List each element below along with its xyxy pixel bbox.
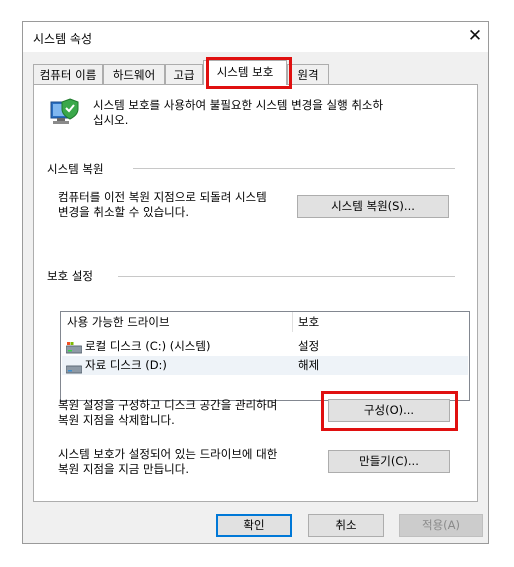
column-header-drives[interactable]: 사용 가능한 드라이브	[67, 312, 287, 332]
drive-name: 자료 디스크 (D:)	[85, 358, 167, 372]
intro-text: 시스템 보호를 사용하여 불필요한 시스템 변경을 실행 취소하 십시오.	[93, 98, 384, 127]
tab-computer-name[interactable]: 컴퓨터 이름	[33, 64, 103, 84]
drive-icon	[65, 361, 83, 380]
tab-panel	[33, 84, 478, 502]
create-description: 시스템 보호가 설정되어 있는 드라이브에 대한 복원 지점을 지금 만듭니다.	[58, 447, 278, 476]
drive-protection-status: 해제	[298, 358, 320, 372]
system-protection-icon	[48, 96, 80, 128]
window-title: 시스템 속성	[33, 32, 93, 46]
create-button[interactable]: 만들기(C)...	[328, 450, 450, 473]
system-restore-button[interactable]: 시스템 복원(S)...	[297, 195, 449, 218]
restore-heading: 시스템 복원	[47, 161, 110, 177]
tab-advanced[interactable]: 고급	[165, 64, 203, 84]
restore-description: 컴퓨터를 이전 복원 지점으로 되돌려 시스템 변경을 취소할 수 있습니다.	[58, 190, 267, 219]
table-row[interactable]: 로컬 디스크 (C:) (시스템) 설정	[62, 337, 468, 356]
close-icon[interactable]: ✕	[464, 26, 486, 46]
cancel-button[interactable]: 취소	[308, 514, 384, 537]
title-bar: 시스템 속성 ✕	[23, 22, 488, 52]
ok-button[interactable]: 확인	[216, 514, 292, 537]
apply-button[interactable]: 적용(A)	[399, 514, 483, 537]
tab-hardware[interactable]: 하드웨어	[103, 64, 165, 84]
protection-heading: 보호 설정	[47, 268, 99, 284]
tab-system-protection[interactable]: 시스템 보호	[203, 60, 287, 85]
drive-name: 로컬 디스크 (C:) (시스템)	[85, 339, 211, 353]
system-properties-dialog: 시스템 속성 ✕ 컴퓨터 이름 하드웨어 고급 시스템 보호 원격 시스템 보호…	[22, 21, 489, 544]
protection-divider	[118, 276, 455, 277]
tab-remote[interactable]: 원격	[287, 64, 329, 84]
configure-description: 복원 설정을 구성하고 디스크 공간을 관리하며 복원 지점을 삭제합니다.	[58, 398, 278, 427]
restore-divider	[133, 168, 455, 169]
column-header-protection[interactable]: 보호	[298, 312, 358, 332]
drive-protection-status: 설정	[298, 339, 320, 353]
drive-list[interactable]: 사용 가능한 드라이브 보호 로컬 디스크 (C:) (시스템) 설정 자료 디…	[60, 311, 470, 401]
table-row[interactable]: 자료 디스크 (D:) 해제	[62, 356, 468, 375]
column-separator	[292, 312, 293, 332]
configure-button[interactable]: 구성(O)...	[328, 399, 450, 422]
